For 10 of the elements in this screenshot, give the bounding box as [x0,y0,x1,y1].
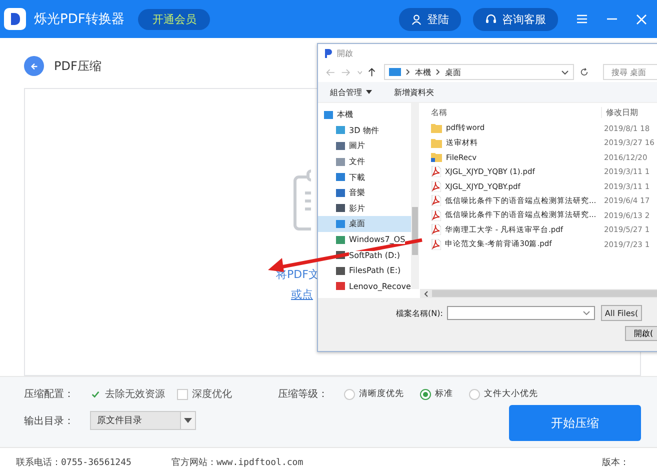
version-text: 版本： [602,456,629,468]
level-label: 压缩等级： [278,388,329,401]
output-label: 输出目录： [24,414,75,428]
phone-text: 联系电话：0755-36561245 [16,456,132,468]
website-text: 官方网站：www.ipdftool.com [171,456,304,468]
dialog-title: 開啟 [337,48,353,58]
filename-label: 檔案名稱(N): [396,308,443,318]
app-title: 烁光PDF转换器 [34,11,124,28]
config-label: 压缩配置： [24,388,75,401]
page-title: PDF压缩 [54,58,102,74]
